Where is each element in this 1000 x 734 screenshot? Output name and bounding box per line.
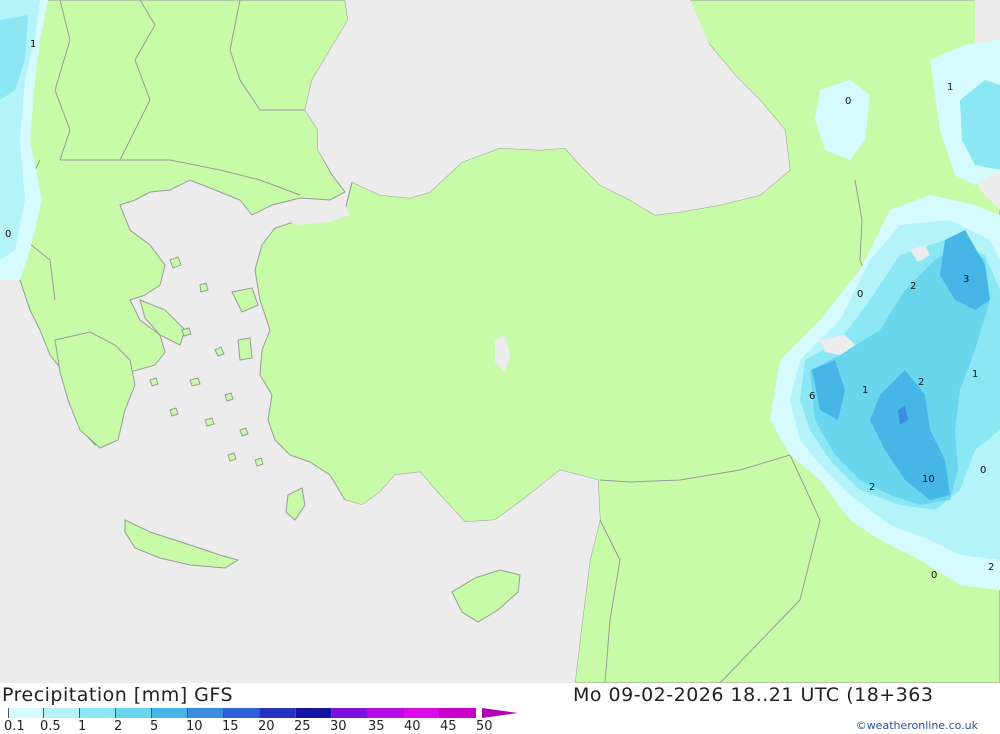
legend-label: 0.1 [4,719,25,734]
legend-swatch [80,708,116,718]
legend-swatch [188,708,224,718]
legend-swatch [8,708,44,718]
legend-label: 20 [258,719,275,734]
legend-label: 45 [440,719,457,734]
contour-label: 0 [980,465,987,476]
legend-swatch [404,708,440,718]
legend-label: 2 [114,719,123,734]
contour-label: 1 [947,82,954,93]
contour-label: 1 [862,385,869,396]
contour-label: 0 [931,570,938,581]
contour-label: 3 [963,274,970,285]
contour-label: 1 [30,39,37,50]
footer-bar: Precipitation [mm] GFS Mo 09-02-2026 18.… [0,683,1000,734]
legend-label: 10 [186,719,203,734]
legend-swatch [116,708,152,718]
weather-map: 1 0 0 1 0 2 3 6 1 2 1 0 2 10 0 2 [0,0,1000,683]
color-legend [8,708,476,718]
legend-swatch [152,708,188,718]
land-chios [237,337,253,361]
contour-label: 10 [922,474,935,485]
legend-label: 5 [150,719,159,734]
legend-swatch [440,708,476,718]
legend-swatch [260,708,296,718]
contour-label: 0 [845,96,852,107]
contour-label: 2 [918,377,925,388]
valid-time: Mo 09-02-2026 18..21 UTC (18+363 [573,684,934,706]
legend-arrow-icon [482,708,518,718]
contour-label: 6 [809,391,816,402]
legend-swatch [296,708,332,718]
legend-label: 40 [404,719,421,734]
legend-swatch [224,708,260,718]
legend-label: 15 [222,719,239,734]
legend-label: 30 [330,719,347,734]
legend-label: 35 [368,719,385,734]
legend-label: 25 [294,719,311,734]
legend-label: 50 [476,719,493,734]
contour-label: 2 [910,281,917,292]
contour-label: 2 [869,482,876,493]
contour-label: 0 [857,289,864,300]
contour-label: 1 [972,369,979,380]
legend-label: 0.5 [40,719,61,734]
contour-label: 0 [5,229,12,240]
credit-link[interactable]: ©weatheronline.co.uk [856,719,978,732]
legend-swatch [44,708,80,718]
legend-swatch [368,708,404,718]
legend-swatch [332,708,368,718]
contour-label: 2 [988,562,995,573]
map-title: Precipitation [mm] GFS [2,684,234,706]
legend-label: 1 [78,719,87,734]
